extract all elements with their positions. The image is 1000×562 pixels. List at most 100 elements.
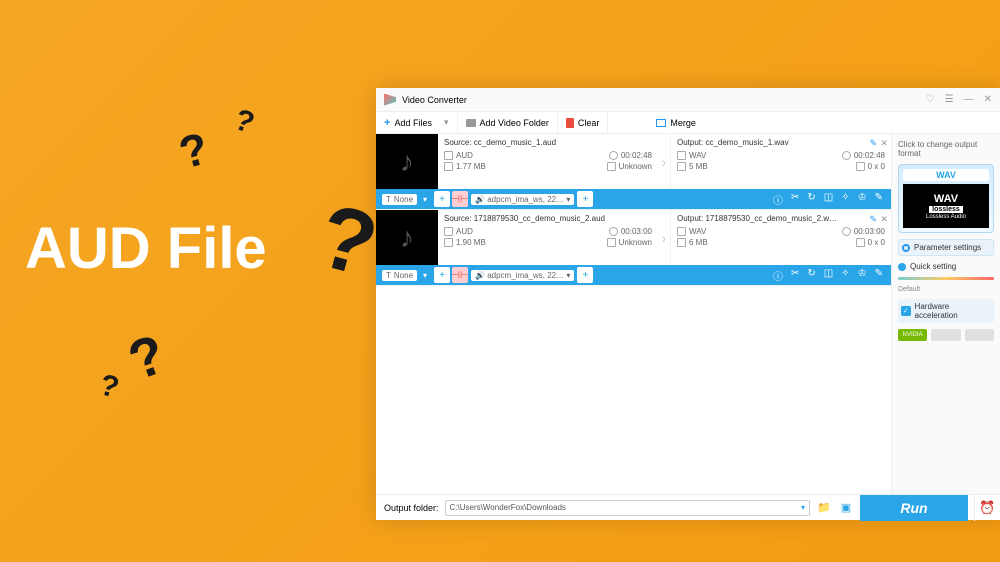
question-mark-icon: ? bbox=[120, 321, 173, 393]
track-bar: T None ▾ + ⊣⊢ 🔊 adpcm_ima_ws, 22… ▾ + ⓘ … bbox=[376, 189, 891, 209]
watermark-icon[interactable]: ♔ bbox=[858, 268, 867, 283]
rotate-icon[interactable]: ↻ bbox=[807, 268, 815, 283]
browse-button[interactable]: ▣ bbox=[838, 500, 854, 516]
clock-icon bbox=[609, 227, 618, 236]
hw-label: Hardware acceleration bbox=[915, 302, 991, 320]
audio-codec-selector[interactable]: 🔊 adpcm_ima_ws, 22… ▾ bbox=[471, 194, 574, 205]
clock-icon bbox=[609, 151, 618, 160]
add-files-label: Add Files bbox=[394, 118, 432, 128]
effect-icon[interactable]: ✧ bbox=[841, 192, 849, 207]
content-area: Source: cc_demo_music_1.aud AUD 00:02:48… bbox=[376, 134, 1000, 494]
watermark-icon[interactable]: ♔ bbox=[858, 192, 867, 207]
main-panel: Source: cc_demo_music_1.aud AUD 00:02:48… bbox=[376, 134, 892, 494]
file-item: Source: cc_demo_music_1.aud AUD 00:02:48… bbox=[376, 134, 891, 210]
add-files-button[interactable]: + Add Files ▾ bbox=[376, 112, 458, 133]
format-icon bbox=[677, 151, 686, 160]
bullet-icon bbox=[898, 263, 906, 271]
chevron-down-icon[interactable]: ▾ bbox=[420, 271, 430, 280]
output-format-card[interactable]: WAV WAV lossless Lossless Audio bbox=[898, 164, 994, 233]
format-icon bbox=[677, 227, 686, 236]
resolution-icon bbox=[607, 162, 616, 171]
gear-icon bbox=[902, 244, 910, 252]
run-button[interactable]: Run bbox=[860, 495, 968, 521]
merge-button[interactable]: Merge bbox=[648, 112, 704, 133]
output-label: Output: 1718879530_cc_demo_music_2.w… bbox=[677, 214, 885, 223]
backdrop-title: AUD File bbox=[25, 215, 267, 282]
src-format: AUD bbox=[456, 151, 473, 160]
gpu-row: NVIDIA bbox=[898, 329, 994, 341]
close-button[interactable]: ✕ bbox=[984, 94, 992, 105]
out-duration: 00:02:48 bbox=[854, 151, 885, 160]
subtitle-value: None bbox=[394, 195, 413, 204]
cut-icon[interactable]: ✂ bbox=[791, 268, 799, 283]
open-folder-button[interactable]: 📁 bbox=[816, 500, 832, 516]
add-subtitle-button[interactable]: + bbox=[434, 191, 450, 207]
clock-icon bbox=[842, 151, 851, 160]
info-icon[interactable]: ⓘ bbox=[773, 268, 783, 283]
subtitle-selector[interactable]: T None bbox=[382, 270, 417, 281]
arrow-icon: › bbox=[658, 210, 670, 265]
split-button[interactable]: ⊣⊢ bbox=[452, 191, 468, 207]
output-folder-input[interactable]: C:\Users\WonderFox\Downloads ▾ bbox=[445, 500, 810, 516]
add-audio-button[interactable]: + bbox=[577, 191, 593, 207]
src-duration: 00:02:48 bbox=[621, 151, 652, 160]
quick-setting-row: Quick setting bbox=[898, 262, 994, 271]
track-bar: T None ▾ + ⊣⊢ 🔊 adpcm_ima_ws, 22… ▾ + ⓘ … bbox=[376, 265, 891, 285]
info-icon[interactable]: ⓘ bbox=[773, 192, 783, 207]
resolution-icon bbox=[856, 238, 865, 247]
cart-icon[interactable]: ☰ bbox=[945, 94, 954, 105]
file-list: Source: cc_demo_music_1.aud AUD 00:02:48… bbox=[376, 134, 891, 494]
alarm-button[interactable]: ⏰ bbox=[974, 495, 1000, 521]
add-folder-label: Add Video Folder bbox=[480, 118, 549, 128]
resolution-icon bbox=[607, 238, 616, 247]
remove-icon[interactable]: ✕ bbox=[880, 214, 888, 225]
thumbnail-icon[interactable] bbox=[376, 134, 438, 189]
cut-icon[interactable]: ✂ bbox=[791, 192, 799, 207]
crop-icon[interactable]: ◫ bbox=[824, 268, 833, 283]
clock-icon bbox=[842, 227, 851, 236]
arrow-icon: › bbox=[658, 134, 670, 189]
folder-icon bbox=[466, 119, 476, 127]
split-button[interactable]: ⊣⊢ bbox=[452, 267, 468, 283]
edit-icon[interactable]: ✎ bbox=[875, 268, 883, 283]
format-hint: Click to change output format bbox=[898, 140, 994, 158]
question-mark-icon: ? bbox=[174, 122, 214, 179]
effect-icon[interactable]: ✧ bbox=[841, 268, 849, 283]
file-icon bbox=[444, 238, 453, 247]
clear-button[interactable]: Clear bbox=[558, 112, 609, 133]
out-size: 5 MB bbox=[689, 162, 708, 171]
src-res: Unknown bbox=[619, 238, 652, 247]
format-tab: WAV bbox=[903, 169, 989, 181]
add-folder-button[interactable]: Add Video Folder bbox=[458, 112, 558, 133]
app-logo-icon bbox=[384, 94, 396, 106]
edit-icon[interactable]: ✎ bbox=[869, 138, 877, 149]
parameter-settings-button[interactable]: Parameter settings bbox=[898, 239, 994, 256]
clear-label: Clear bbox=[578, 118, 600, 128]
user-icon[interactable]: ♡ bbox=[926, 94, 935, 105]
rotate-icon[interactable]: ↻ bbox=[807, 192, 815, 207]
quality-slider[interactable] bbox=[898, 277, 994, 280]
hardware-accel-toggle[interactable]: ✓ Hardware acceleration bbox=[898, 299, 994, 323]
crop-icon[interactable]: ◫ bbox=[824, 192, 833, 207]
add-audio-button[interactable]: + bbox=[577, 267, 593, 283]
format-title: WAV bbox=[934, 193, 958, 205]
subtitle-selector[interactable]: T None bbox=[382, 194, 417, 205]
minimize-button[interactable]: — bbox=[964, 94, 974, 105]
chevron-down-icon[interactable]: ▾ bbox=[444, 117, 449, 128]
chevron-down-icon[interactable]: ▾ bbox=[801, 503, 805, 512]
out-format: WAV bbox=[689, 151, 706, 160]
source-column: Source: cc_demo_music_1.aud AUD 00:02:48… bbox=[438, 134, 658, 189]
edit-icon[interactable]: ✎ bbox=[875, 192, 883, 207]
out-res: 0 x 0 bbox=[868, 238, 885, 247]
out-format: WAV bbox=[689, 227, 706, 236]
chevron-down-icon[interactable]: ▾ bbox=[420, 195, 430, 204]
file-icon bbox=[677, 162, 686, 171]
file-item: Source: 1718879530_cc_demo_music_2.aud A… bbox=[376, 210, 891, 286]
remove-icon[interactable]: ✕ bbox=[880, 138, 888, 149]
thumbnail-icon[interactable] bbox=[376, 210, 438, 265]
src-size: 1.90 MB bbox=[456, 238, 486, 247]
audio-codec-selector[interactable]: 🔊 adpcm_ima_ws, 22… ▾ bbox=[471, 270, 574, 281]
source-column: Source: 1718879530_cc_demo_music_2.aud A… bbox=[438, 210, 658, 265]
edit-icon[interactable]: ✎ bbox=[869, 214, 877, 225]
add-subtitle-button[interactable]: + bbox=[434, 267, 450, 283]
